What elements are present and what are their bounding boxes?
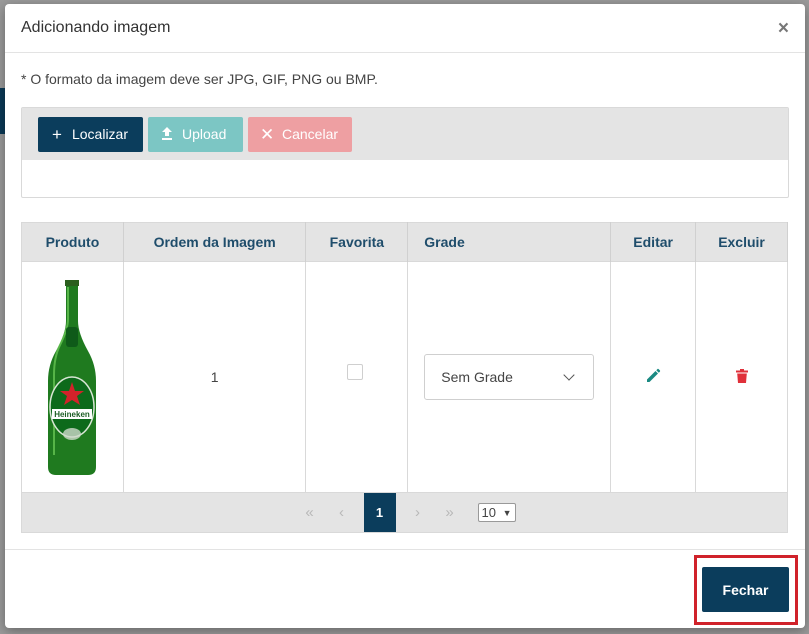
ordem-cell: 1 bbox=[123, 261, 307, 493]
grade-select[interactable]: Sem Grade bbox=[424, 354, 595, 400]
upload-icon bbox=[160, 126, 174, 143]
localizar-button[interactable]: + Localizar bbox=[38, 116, 143, 152]
header-ordem: Ordem da Imagem bbox=[123, 222, 307, 262]
table-row: Heineken 1 Sem Grade bbox=[21, 261, 788, 493]
upload-button[interactable]: Upload bbox=[148, 116, 243, 152]
favorita-checkbox[interactable] bbox=[346, 363, 363, 380]
modal-title: Adicionando imagem bbox=[21, 19, 171, 36]
upload-toolbar: + Localizar Upload ✕ Cancelar bbox=[22, 108, 788, 160]
pagination: « ‹ 1 › » 10 ▼ bbox=[22, 493, 787, 532]
product-image-cell: Heineken bbox=[21, 261, 124, 493]
page-size-select[interactable]: 10 ▼ bbox=[477, 503, 516, 522]
product-image: Heineken bbox=[46, 277, 99, 477]
page-button-current[interactable]: 1 bbox=[363, 493, 396, 532]
svg-text:Heineken: Heineken bbox=[55, 410, 91, 419]
first-page-icon[interactable]: « bbox=[294, 504, 326, 521]
header-editar: Editar bbox=[610, 222, 697, 262]
modal-body: * O formato da imagem deve ser JPG, GIF,… bbox=[5, 53, 805, 533]
grade-cell: Sem Grade bbox=[407, 261, 612, 493]
last-page-icon[interactable]: » bbox=[434, 504, 466, 521]
modal-header: Adicionando imagem × bbox=[5, 4, 805, 53]
cancelar-label: Cancelar bbox=[282, 126, 339, 142]
page-size-value: 10 bbox=[481, 505, 496, 520]
upload-panel: + Localizar Upload ✕ Cancelar bbox=[21, 107, 789, 198]
pager-cell: « ‹ 1 › » 10 ▼ bbox=[21, 492, 788, 533]
fechar-button[interactable]: Fechar bbox=[702, 567, 789, 612]
upload-file-area bbox=[22, 160, 788, 197]
format-hint: * O formato da imagem deve ser JPG, GIF,… bbox=[21, 71, 378, 87]
plus-icon: + bbox=[52, 124, 62, 144]
header-favorita: Favorita bbox=[305, 222, 409, 262]
pencil-icon[interactable] bbox=[645, 368, 661, 387]
close-icon[interactable]: × bbox=[778, 19, 789, 38]
add-image-modal: Adicionando imagem × * O formato da imag… bbox=[5, 4, 805, 628]
prev-page-icon[interactable]: ‹ bbox=[326, 504, 358, 521]
localizar-label: Localizar bbox=[71, 126, 128, 142]
chevron-down-icon bbox=[563, 368, 575, 381]
editar-cell bbox=[610, 261, 697, 493]
x-icon: ✕ bbox=[260, 124, 275, 144]
header-produto: Produto bbox=[21, 222, 124, 262]
images-table: Produto Ordem da Imagem Favorita Grade E… bbox=[21, 222, 788, 533]
next-page-icon[interactable]: › bbox=[402, 504, 434, 521]
header-excluir: Excluir bbox=[695, 222, 788, 262]
table-header-row: Produto Ordem da Imagem Favorita Grade E… bbox=[21, 222, 788, 262]
modal-footer: Fechar bbox=[5, 549, 805, 628]
cancelar-button[interactable]: ✕ Cancelar bbox=[248, 116, 352, 152]
pager-row: « ‹ 1 › » 10 ▼ bbox=[21, 492, 788, 533]
trash-icon[interactable] bbox=[735, 368, 748, 386]
upload-label: Upload bbox=[182, 126, 227, 142]
chevron-down-icon: ▼ bbox=[502, 507, 512, 518]
excluir-cell bbox=[695, 261, 788, 493]
header-grade: Grade bbox=[407, 222, 612, 262]
grade-select-value: Sem Grade bbox=[441, 369, 513, 385]
favorita-cell bbox=[305, 261, 409, 493]
